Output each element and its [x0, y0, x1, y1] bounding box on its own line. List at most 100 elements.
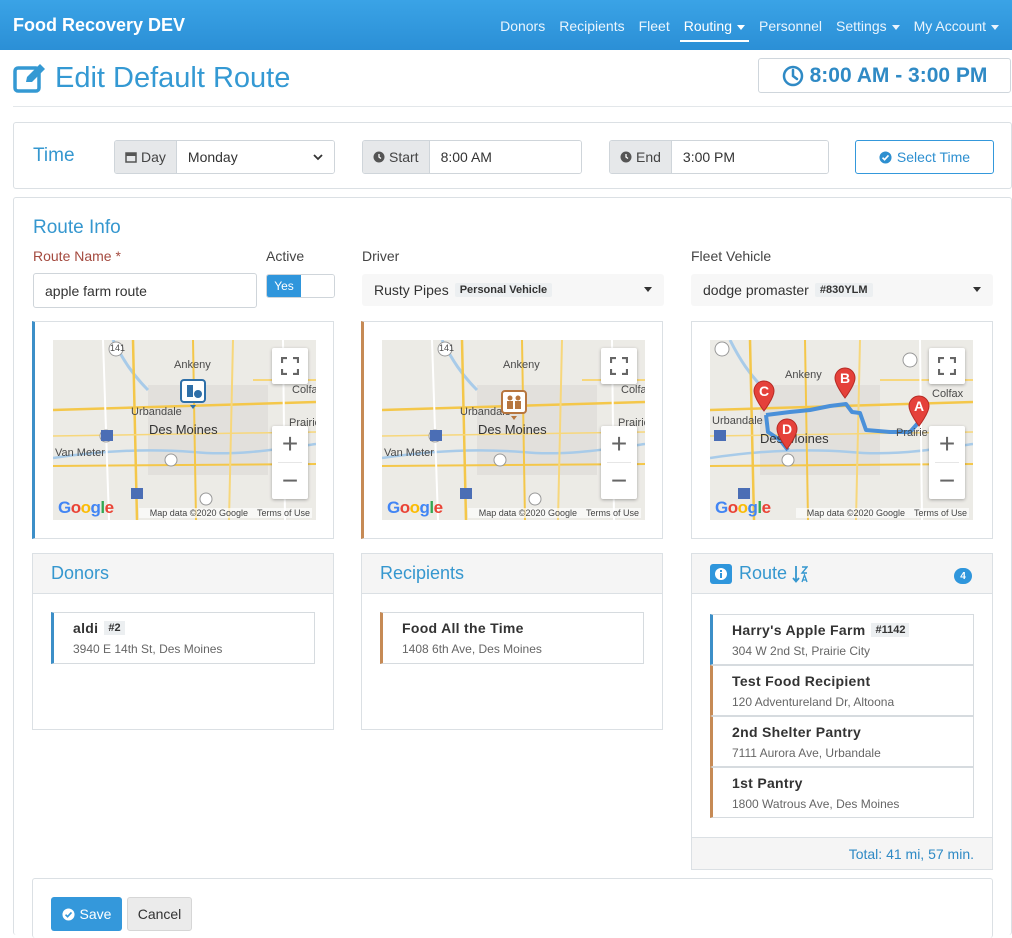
route-marker-d[interactable]: D	[776, 418, 798, 450]
google-logo: Google	[387, 498, 443, 517]
route-stop-item[interactable]: 1st Pantry 1800 Watrous Ave, Des Moines	[710, 767, 974, 818]
day-select[interactable]: Monday	[176, 141, 334, 173]
nav-settings[interactable]: Settings	[829, 0, 907, 50]
route-marker-a[interactable]: A	[908, 395, 930, 427]
nav-donors[interactable]: Donors	[493, 0, 552, 50]
map-route-141: 141	[110, 343, 126, 353]
map-data-text: Map data ©2020 Google	[478, 508, 577, 518]
end-time-group: End 3:00 PM	[609, 140, 829, 174]
save-button[interactable]: Save	[51, 897, 122, 931]
caret-down-icon	[991, 24, 999, 30]
start-addon-label: Start	[389, 149, 419, 165]
fullscreen-button[interactable]	[601, 348, 637, 384]
map-data-text: Map data ©2020 Google	[149, 508, 248, 518]
route-stop-item[interactable]: 2nd Shelter Pantry 7111 Aurora Ave, Urba…	[710, 716, 974, 767]
end-time-input[interactable]: 3:00 PM	[671, 141, 828, 173]
recipients-title: Recipients	[380, 563, 465, 583]
route-marker-c[interactable]: C	[753, 380, 775, 412]
zoom-out-button[interactable]: −	[272, 463, 308, 499]
route-marker-label: D	[781, 421, 793, 437]
donor-id-badge: #2	[104, 621, 125, 635]
app-brand[interactable]: Food Recovery DEV	[13, 15, 185, 36]
caret-down-icon	[973, 287, 981, 292]
zoom-out-button[interactable]: −	[601, 463, 637, 499]
nav-my-account[interactable]: My Account	[907, 0, 1006, 50]
map-terms-link[interactable]: Terms of Use	[586, 508, 639, 518]
start-time-input[interactable]: 8:00 AM	[429, 141, 581, 173]
recipient-item[interactable]: Food All the Time 1408 6th Ave, Des Moin…	[380, 612, 644, 664]
sort-icon[interactable]	[792, 565, 809, 583]
route-marker-b[interactable]: B	[834, 367, 856, 399]
end-addon: End	[610, 141, 672, 173]
recipient-marker-icon	[501, 390, 527, 420]
donor-item[interactable]: aldi #2 3940 E 14th St, Des Moines	[51, 612, 315, 664]
map-terms-link[interactable]: Terms of Use	[257, 508, 310, 518]
route-panel: Route 4 Harry's Apple Farm #1142 304 W 2n…	[691, 553, 993, 870]
route-info-title: Route Info	[33, 217, 121, 238]
zoom-in-button[interactable]: +	[929, 426, 965, 462]
donor-address: 3940 E 14th St, Des Moines	[73, 642, 223, 656]
fullscreen-button[interactable]	[929, 348, 965, 384]
caret-down-icon	[891, 24, 900, 30]
save-label: Save	[79, 906, 112, 922]
route-stop-address: 304 W 2nd St, Prairie City	[732, 644, 871, 658]
cancel-button[interactable]: Cancel	[127, 897, 192, 931]
vehicle-tag: #830YLM	[814, 283, 873, 297]
caret-down-icon	[644, 287, 652, 292]
recipient-map[interactable]: 141 Ankeny Urbandale Des Moines Van Mete…	[382, 340, 645, 520]
donors-header: Donors	[33, 554, 333, 594]
edit-icon	[13, 64, 45, 93]
active-toggle-on: Yes	[267, 275, 301, 297]
recipient-name: Food All the Time	[402, 620, 524, 636]
main-nav: Donors Recipients Fleet Routing Personne…	[493, 0, 1006, 50]
donor-map[interactable]: 141 Ankeny Urbandale Des Moines Van Mete…	[53, 340, 316, 520]
route-marker-label: B	[839, 370, 851, 386]
day-select-group: Day Monday	[114, 140, 335, 174]
check-circle-icon	[879, 150, 892, 164]
zoom-out-button[interactable]: −	[929, 463, 965, 499]
map-data-text: Map data ©2020 Google	[806, 508, 905, 518]
route-stop-address: 7111 Aurora Ave, Urbandale	[732, 746, 881, 760]
start-time-group: Start 8:00 AM	[362, 140, 582, 174]
info-icon	[710, 563, 732, 584]
route-map[interactable]: Ankeny Urbandale Des Moines Colfax Prair…	[710, 340, 973, 520]
route-stop-item[interactable]: Harry's Apple Farm #1142 304 W 2nd St, Pr…	[710, 614, 974, 665]
route-header: Route 4	[692, 554, 992, 594]
nav-fleet[interactable]: Fleet	[632, 0, 677, 50]
route-name-input[interactable]: apple farm route	[33, 273, 257, 308]
clock-icon	[373, 151, 385, 163]
fleet-vehicle-select[interactable]: dodge promaster #830YLM	[691, 274, 993, 306]
start-addon: Start	[363, 141, 430, 173]
recipients-panel: Recipients Food All the Time 1408 6th Av…	[361, 553, 663, 730]
nav-personnel[interactable]: Personnel	[752, 0, 829, 50]
map-terms-link[interactable]: Terms of Use	[914, 508, 967, 518]
driver-select[interactable]: Rusty Pipes Personal Vehicle	[362, 274, 664, 306]
nav-my-account-label: My Account	[913, 18, 986, 34]
map-label-van-meter: Van Meter	[384, 447, 434, 459]
route-stop-badge: #1142	[871, 623, 910, 637]
time-panel: Time Day Monday Start 8:00 AM End 3:00 P…	[13, 122, 1012, 189]
donors-title: Donors	[51, 563, 110, 583]
select-time-button[interactable]: Select Time	[855, 140, 994, 174]
route-stop-item[interactable]: Test Food Recipient 120 Adventureland Dr…	[710, 665, 974, 716]
active-toggle[interactable]: Yes	[266, 274, 335, 298]
zoom-in-button[interactable]: +	[272, 426, 308, 462]
end-addon-label: End	[636, 149, 661, 165]
day-select-value: Monday	[187, 149, 238, 165]
zoom-in-button[interactable]: +	[601, 426, 637, 462]
map-attribution: Map data ©2020 Google Terms of Use	[467, 508, 641, 518]
driver-label: Driver	[362, 248, 400, 264]
map-attribution: Map data ©2020 Google Terms of Use	[138, 508, 312, 518]
active-toggle-off	[301, 275, 334, 297]
fullscreen-button[interactable]	[272, 348, 308, 384]
map-label-urbandale: Urbandale	[712, 415, 763, 427]
route-stop-name: Harry's Apple Farm	[732, 622, 866, 638]
donor-marker-icon	[180, 379, 206, 409]
route-stop-name-row: Harry's Apple Farm #1142	[732, 622, 973, 638]
map-label-van-meter: Van Meter	[55, 447, 105, 459]
map-label-urbandale: Urbandale	[131, 406, 182, 418]
nav-routing[interactable]: Routing	[677, 0, 752, 50]
route-stop-name: Test Food Recipient	[732, 673, 871, 689]
nav-recipients[interactable]: Recipients	[552, 0, 631, 50]
top-navbar: Food Recovery DEV Donors Recipients Flee…	[0, 0, 1012, 50]
